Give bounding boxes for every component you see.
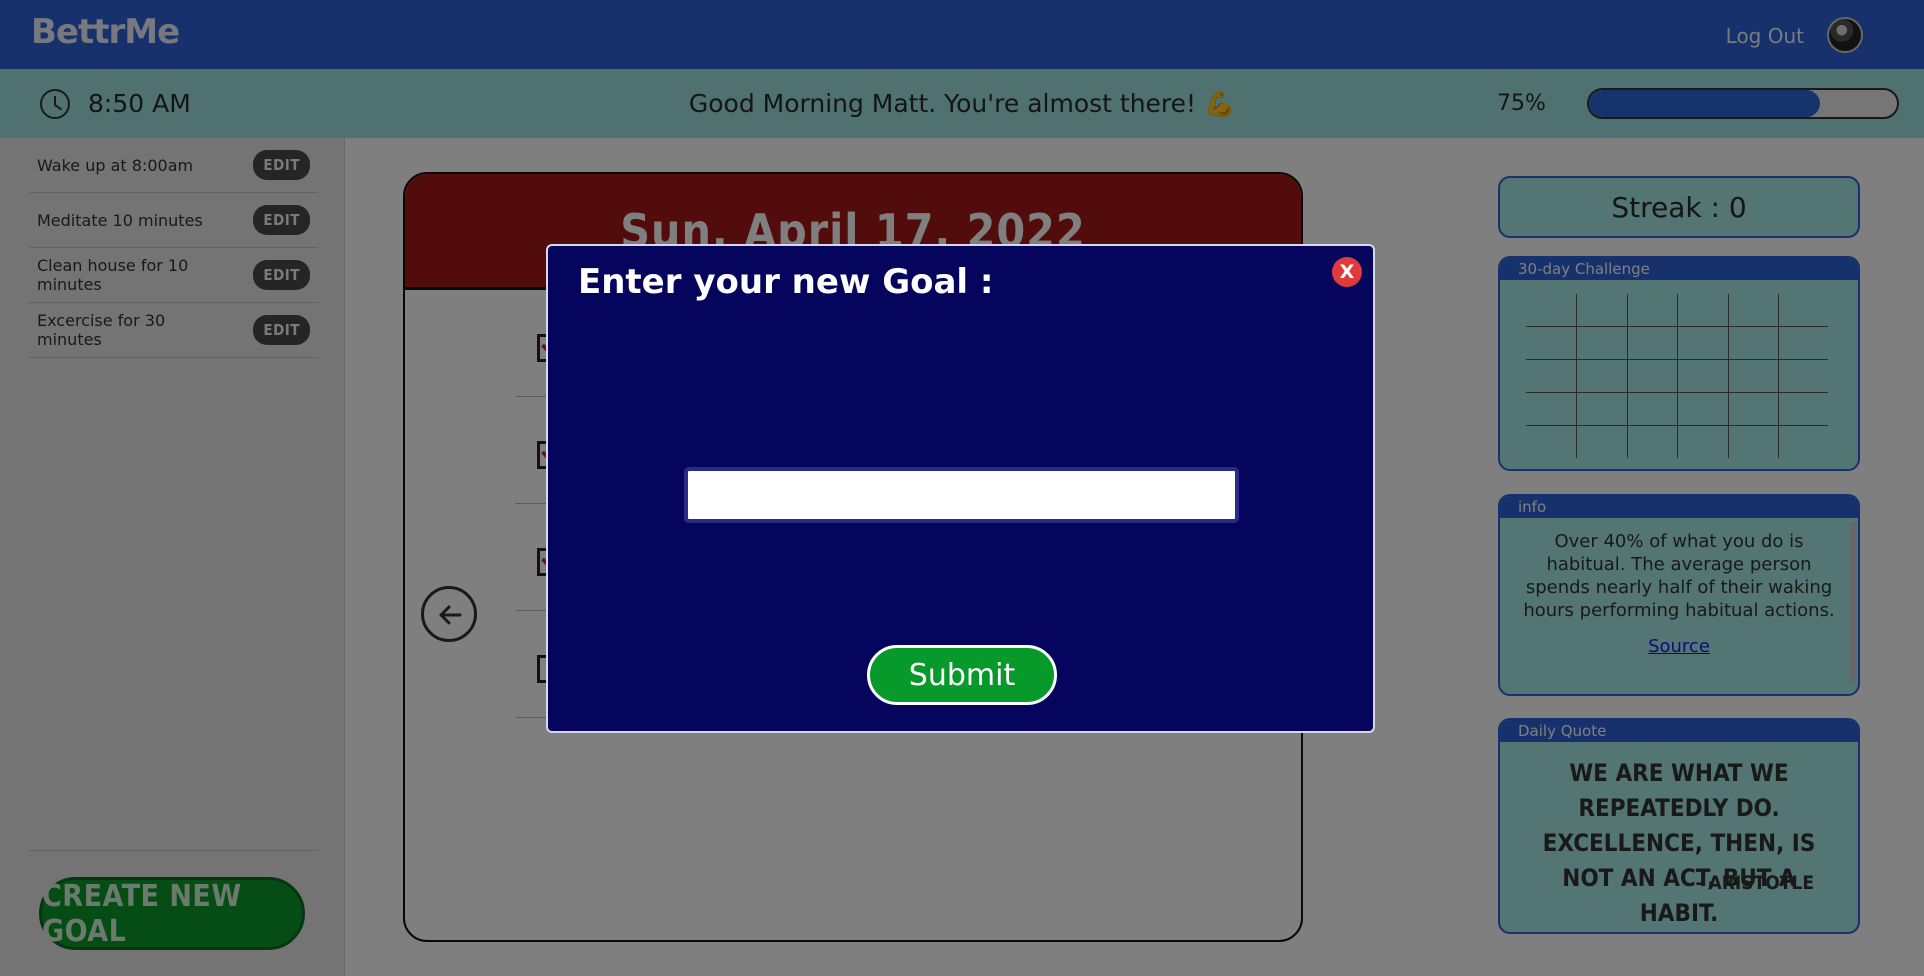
close-button[interactable]: X [1332, 257, 1362, 287]
new-goal-input[interactable] [684, 467, 1239, 523]
modal-title: Enter your new Goal : [578, 262, 994, 302]
close-icon: X [1339, 260, 1355, 283]
new-goal-modal: Enter your new Goal : X Submit [546, 244, 1375, 733]
submit-button[interactable]: Submit [867, 645, 1057, 705]
